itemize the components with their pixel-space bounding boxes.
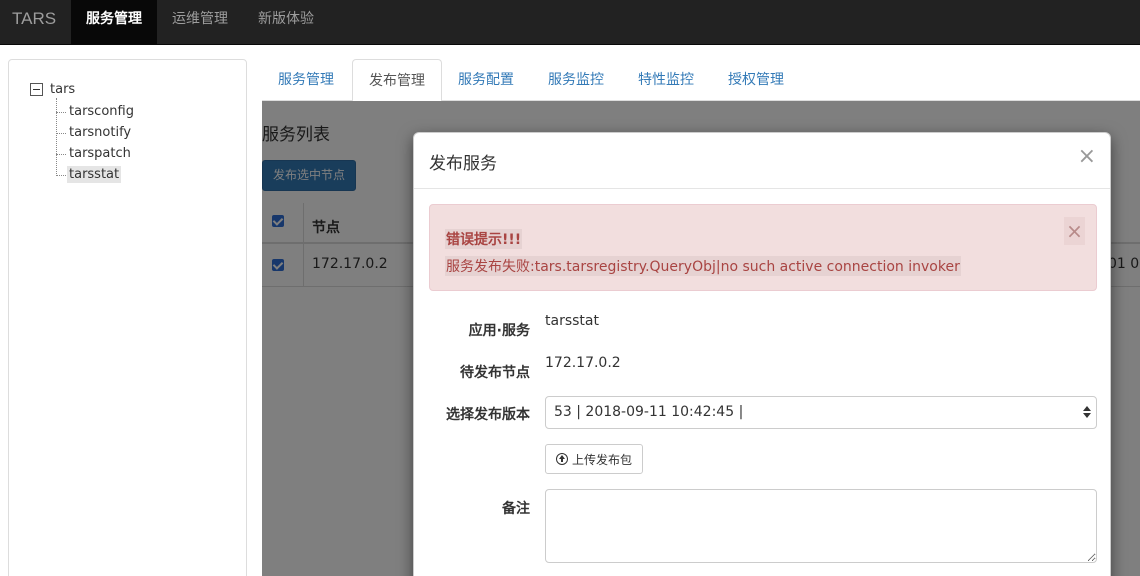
app-service-value: tarsstat [545, 313, 599, 329]
alert-message: 服务发布失败:tars.tarsregistry.QueryObj|no suc… [445, 256, 961, 276]
tab-service-config[interactable]: 服务配置 [442, 59, 530, 101]
close-icon[interactable]: × [1078, 145, 1096, 169]
version-label: 选择发布版本 [446, 407, 530, 423]
pending-nodes-label: 待发布节点 [460, 365, 530, 381]
tab-service-management[interactable]: 服务管理 [262, 59, 350, 101]
tree-item-label[interactable]: tarspatch [67, 145, 133, 162]
upload-button-label: 上传发布包 [572, 453, 633, 467]
modal-header: 发布服务 × [414, 133, 1110, 189]
alert-close-icon[interactable]: × [1064, 217, 1085, 245]
remark-label: 备注 [502, 501, 530, 517]
tree-item-label[interactable]: tarsconfig [67, 103, 136, 120]
tree-root-label[interactable]: tars [50, 82, 75, 97]
upload-icon [556, 453, 568, 465]
modal-title: 发布服务 [429, 154, 497, 174]
nav-ops-management[interactable]: 运维管理 [157, 0, 243, 44]
service-tabs: 服务管理 发布管理 服务配置 服务监控 特性监控 授权管理 [262, 59, 1140, 102]
tree-item-label[interactable]: tarsstat [67, 166, 122, 183]
select-arrows-icon [1083, 405, 1091, 420]
app-service-label: 应用·服务 [468, 323, 530, 339]
tree-connector [56, 154, 66, 155]
collapse-toggle-icon[interactable] [30, 83, 43, 96]
tree-item-label[interactable]: tarsnotify [67, 124, 133, 141]
version-select-value: 53 | 2018-09-11 10:42:45 | [554, 404, 744, 420]
alert-title: 错误提示!!! [445, 229, 523, 249]
tab-service-monitor[interactable]: 服务监控 [532, 59, 620, 101]
tab-auth-management[interactable]: 授权管理 [712, 59, 800, 101]
tab-feature-monitor[interactable]: 特性监控 [622, 59, 710, 101]
pending-nodes-value: 172.17.0.2 [545, 355, 621, 371]
publish-service-modal: 发布服务 × 错误提示!!! 服务发布失败:tars.tarsregistry.… [413, 132, 1111, 576]
tree-connector [56, 133, 66, 134]
top-navbar: TARS 服务管理 运维管理 新版体验 [0, 0, 1140, 45]
tree-connector [56, 175, 66, 176]
tree-connector [56, 98, 57, 176]
remark-textarea[interactable] [545, 489, 1097, 563]
brand-logo[interactable]: TARS [12, 0, 56, 45]
tab-publish-management[interactable]: 发布管理 [352, 59, 442, 102]
error-alert: 错误提示!!! 服务发布失败:tars.tarsregistry.QueryOb… [429, 204, 1097, 291]
nav-service-management[interactable]: 服务管理 [71, 0, 157, 44]
upload-package-button[interactable]: 上传发布包 [545, 444, 643, 474]
version-select[interactable]: 53 | 2018-09-11 10:42:45 | [545, 396, 1097, 429]
nav-new-version[interactable]: 新版体验 [243, 0, 329, 44]
tree-connector [56, 112, 66, 113]
